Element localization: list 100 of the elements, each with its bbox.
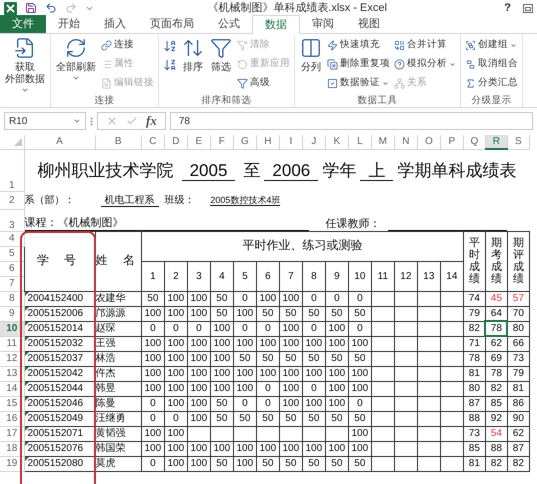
score-cell: 50 — [285, 308, 296, 319]
score-cell: 100 — [190, 443, 208, 454]
formula-input[interactable]: 78 — [170, 112, 533, 130]
sort-descending-icon — [163, 58, 177, 72]
ribbon-button[interactable]: 排序 — [180, 34, 206, 94]
score-cell: 100 — [144, 428, 162, 439]
insert-function-button[interactable]: fx — [146, 111, 157, 131]
ribbon-button[interactable]: 数据验证 — [326, 74, 391, 93]
score-cell: 50 — [216, 458, 228, 469]
score-cell: 0 — [242, 293, 248, 304]
score-cell: 100 — [236, 458, 254, 469]
score-cell: 0 — [150, 413, 156, 424]
row-header[interactable]: 1 — [0, 149, 24, 191]
row-header[interactable]: 3 — [0, 209, 24, 231]
column-header[interactable]: D — [164, 135, 188, 149]
ribbon-tab[interactable]: 公式 — [206, 15, 252, 33]
column-header[interactable]: P — [440, 135, 464, 149]
column-header[interactable]: J — [302, 135, 326, 149]
column-header[interactable]: H — [256, 135, 280, 149]
score-cell: 79 — [468, 308, 480, 319]
score-cell: 0 — [311, 323, 317, 334]
group-label: 分级显示 — [470, 94, 512, 107]
ribbon-tab[interactable]: 视图 — [346, 15, 392, 33]
score-cell: 50 — [331, 413, 342, 424]
score-cell: 100 — [328, 443, 346, 454]
ribbon-tab[interactable]: 开始 — [46, 15, 92, 33]
ribbon-tab[interactable]: 页面布局 — [138, 15, 206, 33]
ribbon-tab[interactable]: 审阅 — [300, 15, 346, 33]
row-header[interactable]: 2 — [0, 191, 24, 209]
column-header[interactable]: K — [325, 135, 348, 149]
score-cell: 88 — [468, 413, 480, 424]
student-id: 2005152014 — [28, 323, 84, 334]
score-cell: 54 — [490, 428, 502, 439]
column-header[interactable]: Q — [463, 135, 486, 149]
column-header[interactable]: B — [95, 135, 142, 149]
ribbon-button[interactable]: 全部刷新 — [54, 34, 98, 94]
name-box[interactable]: R10 — [4, 112, 86, 130]
ribbon-button[interactable]: 取消组合 — [464, 55, 519, 74]
window-title: 《机械制图》单科成绩表.xlsx - Excel — [206, 0, 388, 16]
score-cell: 100 — [190, 398, 208, 409]
score-cell: 87 — [468, 398, 480, 409]
score-cell: 100 — [328, 323, 346, 334]
ribbon-button[interactable]: 创建组 — [464, 36, 519, 55]
spreadsheet-logo-icon[interactable] — [4, 2, 17, 14]
score-cell: 100 — [190, 458, 208, 469]
column-header[interactable]: G — [233, 135, 256, 149]
ribbon-button[interactable]: 连接 — [100, 36, 155, 55]
restore-icon[interactable] — [523, 4, 533, 12]
column-header[interactable]: F — [210, 135, 234, 149]
score-cell: 100 — [168, 338, 184, 349]
column-header[interactable]: O — [417, 135, 440, 149]
save-icon[interactable] — [25, 2, 37, 14]
score-cell: 50 — [354, 458, 366, 469]
ribbon-tab[interactable]: 数据 — [252, 15, 300, 34]
score-cell: 85 — [490, 398, 502, 409]
error-indicator-icon — [24, 336, 28, 340]
score-cell: 78 — [490, 368, 502, 379]
ribbon-tab[interactable]: 文件 — [0, 15, 46, 33]
column-header[interactable]: R — [485, 135, 508, 149]
active-cell[interactable]: 78 — [485, 321, 508, 336]
ribbon-tab[interactable]: 插入 — [92, 15, 138, 33]
error-indicator-icon — [24, 442, 28, 446]
score-cell: 70 — [512, 308, 524, 319]
score-cell: 100 — [168, 383, 184, 394]
column-heading: 8 — [311, 270, 317, 282]
ribbon-button[interactable]: 高级 — [236, 74, 291, 93]
student-id: 2005152049 — [28, 413, 84, 424]
column-header[interactable]: M — [371, 135, 394, 149]
column-header[interactable]: N — [394, 135, 418, 149]
undo-icon[interactable] — [45, 2, 57, 14]
score-cell: 78 — [468, 353, 480, 364]
score-cell: 100 — [282, 338, 300, 349]
score-cell: 73 — [512, 353, 524, 364]
score-cell: 85 — [468, 443, 480, 454]
column-heading: 10 — [354, 270, 366, 282]
score-cell: 50 — [216, 293, 228, 304]
score-cell: 100 — [168, 353, 184, 364]
help-button[interactable]: ? — [500, 0, 515, 16]
column-header[interactable]: L — [348, 135, 372, 149]
score-cell: 100 — [144, 338, 162, 349]
column-heading: 学 号 — [36, 253, 82, 267]
column-header[interactable]: A — [24, 135, 95, 149]
score-cell: 100 — [328, 368, 346, 379]
check-icon[interactable] — [126, 115, 138, 127]
student-name: 陈曼 — [96, 398, 116, 409]
ribbon-button[interactable]: 筛选 — [208, 34, 234, 94]
ribbon-button[interactable]: 模拟分析 — [393, 55, 457, 74]
column-header[interactable]: S — [507, 135, 530, 149]
field-label: 班级： — [164, 194, 194, 206]
column-header[interactable]: C — [141, 135, 164, 149]
ribbon-button[interactable]: 分类汇总 — [464, 74, 519, 93]
ribbon-button[interactable]: 分列 — [298, 34, 324, 94]
column-header[interactable]: I — [279, 135, 302, 149]
ribbon-button[interactable]: 快速填充 — [326, 36, 391, 55]
ribbon-button[interactable]: 删除重复项 — [326, 55, 391, 74]
ribbon-button[interactable]: 获取 外部数据 — [3, 34, 47, 94]
column-header[interactable]: E — [187, 135, 210, 149]
ribbon-button[interactable]: 合并计算 — [393, 36, 457, 55]
sigma-icon — [465, 78, 476, 89]
score-cell: 100 — [168, 308, 184, 319]
